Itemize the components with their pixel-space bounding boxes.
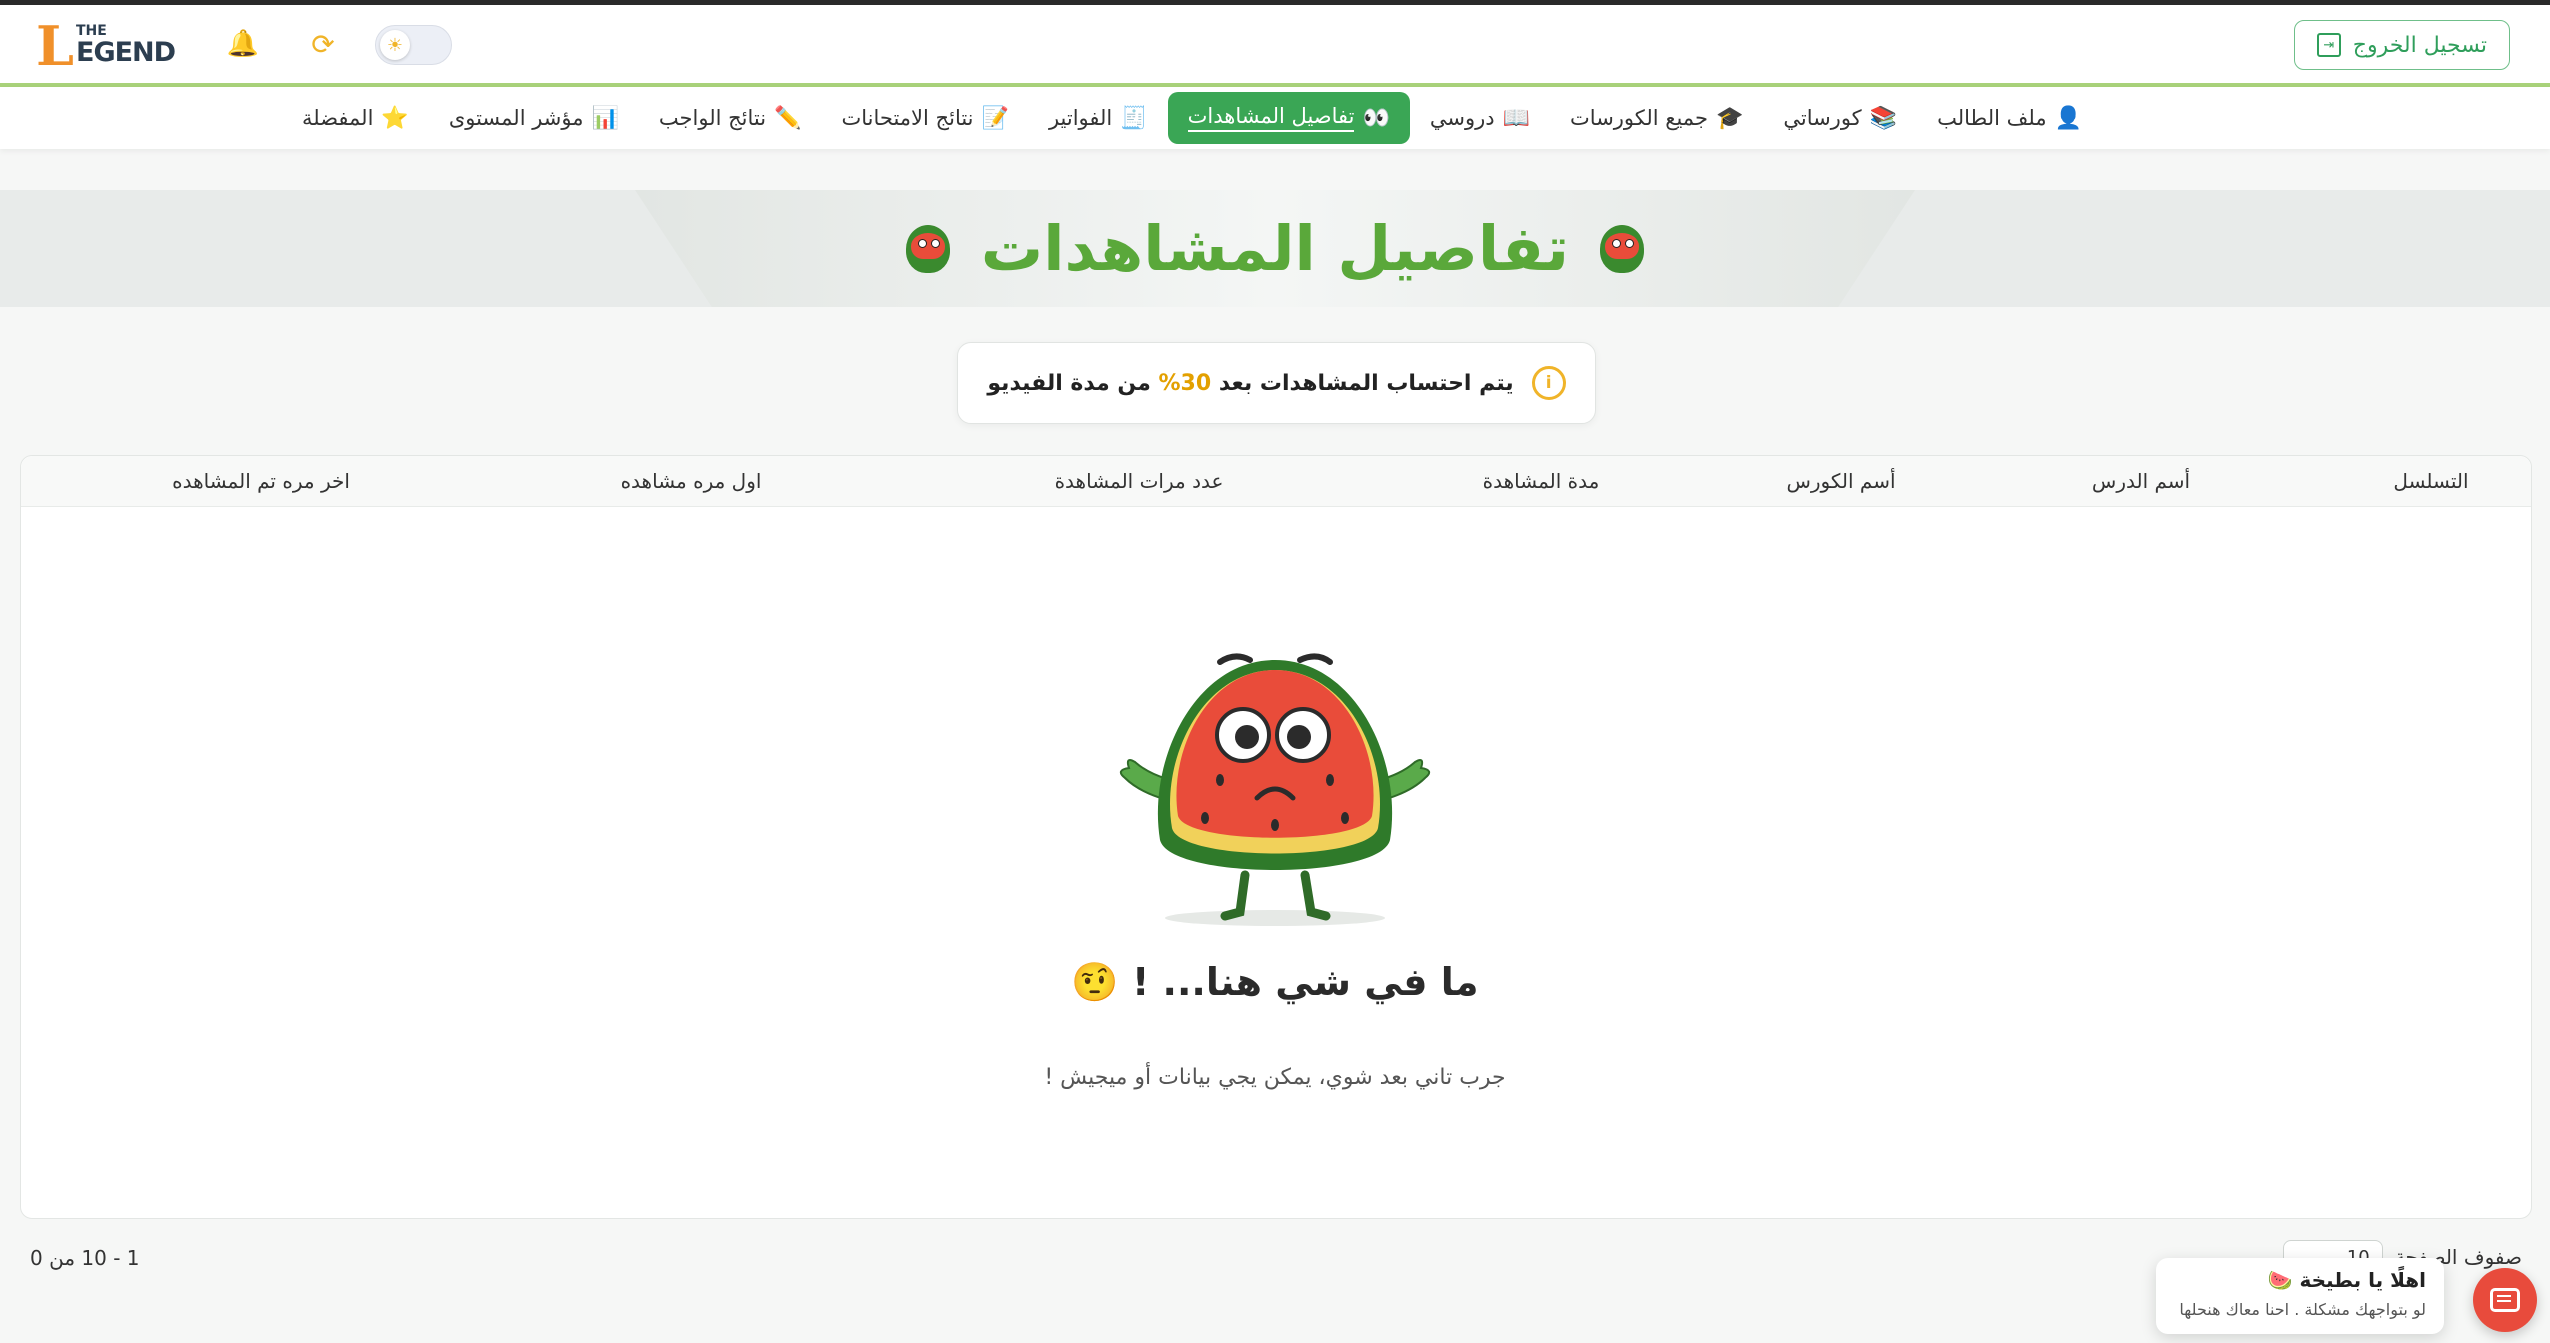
info-percent: 30% (1158, 370, 1212, 396)
pagination-range: 1 - 10 من 0 (30, 1246, 140, 1270)
nav-item-label: المفضلة (301, 106, 374, 130)
nav-item-icon: 📚 (1869, 105, 1898, 131)
column-header-3[interactable]: مدة المشاهدة (1483, 456, 1600, 506)
info-icon: i (1531, 366, 1566, 400)
nav-item-label: جميع الكورسات (1570, 106, 1708, 130)
nav-item-label: دروسي (1429, 106, 1495, 130)
nav-item-icon: 👤 (2054, 105, 2082, 131)
empty-state-subtitle: جرب تاني بعد شوي، يمكن يجي بيانات أو ميج… (1044, 1065, 1506, 1090)
logo-big-letter: L (36, 14, 74, 78)
nav-item-label: كورساتي (1783, 106, 1862, 130)
column-header-1[interactable]: أسم الدرس (2092, 456, 2190, 506)
logout-label: تسجيل الخروج (2352, 32, 2487, 58)
nav-item-8[interactable]: 📊 مؤشر المستوى (429, 92, 639, 144)
nav-item-5[interactable]: 🧾 الفواتير (1029, 92, 1168, 144)
nav-item-icon: 🎓 (1715, 105, 1744, 131)
column-header-4[interactable]: عدد مرات المشاهدة (1055, 456, 1224, 506)
chat-icon (2490, 1288, 2520, 1312)
nav-item-icon: 👀 (1362, 105, 1390, 131)
bell-icon[interactable]: 🔔 (226, 27, 260, 61)
nav-item-6[interactable]: 📝 نتائج الامتحانات (822, 92, 1029, 144)
column-header-5[interactable]: اول مره مشاهده (621, 456, 762, 506)
nav-item-7[interactable]: ✏️ نتائج الواجب (639, 92, 822, 144)
theme-toggle[interactable]: ☀ (375, 25, 452, 65)
nav-item-3[interactable]: 📖 دروسي (1410, 92, 1550, 144)
logo[interactable]: L THE EGEND (36, 17, 186, 73)
column-header-6[interactable]: اخر مره تم المشاهده (172, 456, 350, 506)
nav-item-icon: 🧾 (1120, 105, 1148, 131)
thinking-emoji-icon: 🤨 (1071, 960, 1119, 1004)
chat-popup[interactable]: اهلًا يا بطيخة 🍉 لو بتواجهك مشكلة . احنا… (2156, 1258, 2444, 1334)
chat-greeting: اهلًا يا بطيخة 🍉 (2267, 1268, 2426, 1292)
info-before: يتم احتساب المشاهدات بعد (1211, 370, 1514, 396)
nav-item-1[interactable]: 📚 كورساتي (1763, 92, 1917, 144)
nav-item-label: مؤشر المستوى (448, 106, 584, 130)
info-after: من مدة الفيديو (987, 370, 1159, 396)
nav-item-label: تفاصيل المشاهدات (1187, 104, 1355, 132)
nav-item-4[interactable]: 👀 تفاصيل المشاهدات (1167, 92, 1410, 144)
nav-item-icon: 📊 (591, 105, 619, 131)
views-info-text: يتم احتساب المشاهدات بعد 30% من مدة الفي… (987, 371, 1513, 396)
header: L THE EGEND 🔔 ⟳ ☀ تسجيل الخروج ⇥ (0, 5, 2550, 87)
nav-item-icon: 📝 (981, 105, 1009, 131)
nav-item-icon: ✏️ (774, 105, 802, 131)
sun-icon: ☀ (380, 30, 410, 60)
nav-item-label: نتائج الامتحانات (841, 106, 974, 130)
main-nav: 👤 ملف الطالب 📚 كورساتي 🎓 جميع الكورسات 📖 دروسي 👀… (0, 87, 2550, 149)
watermelon-icon (903, 219, 953, 279)
watermelon-icon (1597, 219, 1647, 279)
nav-item-label: ملف الطالب (1937, 106, 2047, 130)
nav-item-2[interactable]: 🎓 جميع الكورسات (1550, 92, 1763, 144)
views-info-card: i يتم احتساب المشاهدات بعد 30% من مدة ال… (957, 342, 1596, 424)
chat-message: لو بتواجهك مشكلة . احنا معاك هنحلها (2179, 1300, 2426, 1319)
empty-state-title: ما في شي هنا... ! 🤨 (0, 960, 2550, 1005)
hero-title-row: تفاصيل المشاهدات (0, 190, 2550, 307)
column-header-2[interactable]: أسم الكورس (1786, 456, 1895, 506)
logout-icon: ⇥ (2316, 33, 2341, 57)
column-header-0[interactable]: التسلسل (2393, 456, 2468, 506)
nav-list: 👤 ملف الطالب 📚 كورساتي 🎓 جميع الكورسات 📖 دروسي 👀… (282, 87, 2102, 149)
empty-state-watermelon (1119, 653, 1431, 926)
nav-item-9[interactable]: ⭐ المفضلة (282, 92, 429, 144)
nav-item-label: الفواتير (1048, 106, 1113, 130)
nav-item-icon: ⭐ (381, 105, 409, 131)
nav-item-label: نتائج الواجب (658, 106, 767, 130)
page-title: تفاصيل المشاهدات (980, 212, 1570, 285)
chat-button[interactable] (2473, 1268, 2537, 1332)
logout-button[interactable]: تسجيل الخروج ⇥ (2293, 20, 2510, 70)
nav-item-0[interactable]: 👤 ملف الطالب (1917, 92, 2102, 144)
logo-main: EGEND (76, 37, 176, 68)
table-header: التسلسل أسم الدرس أسم الكورس مدة المشاهدة عد… (21, 456, 2531, 507)
nav-item-icon: 📖 (1502, 105, 1531, 131)
refresh-icon[interactable]: ⟳ (306, 27, 340, 61)
empty-title-text: ما في شي هنا... ! (1131, 960, 1479, 1004)
